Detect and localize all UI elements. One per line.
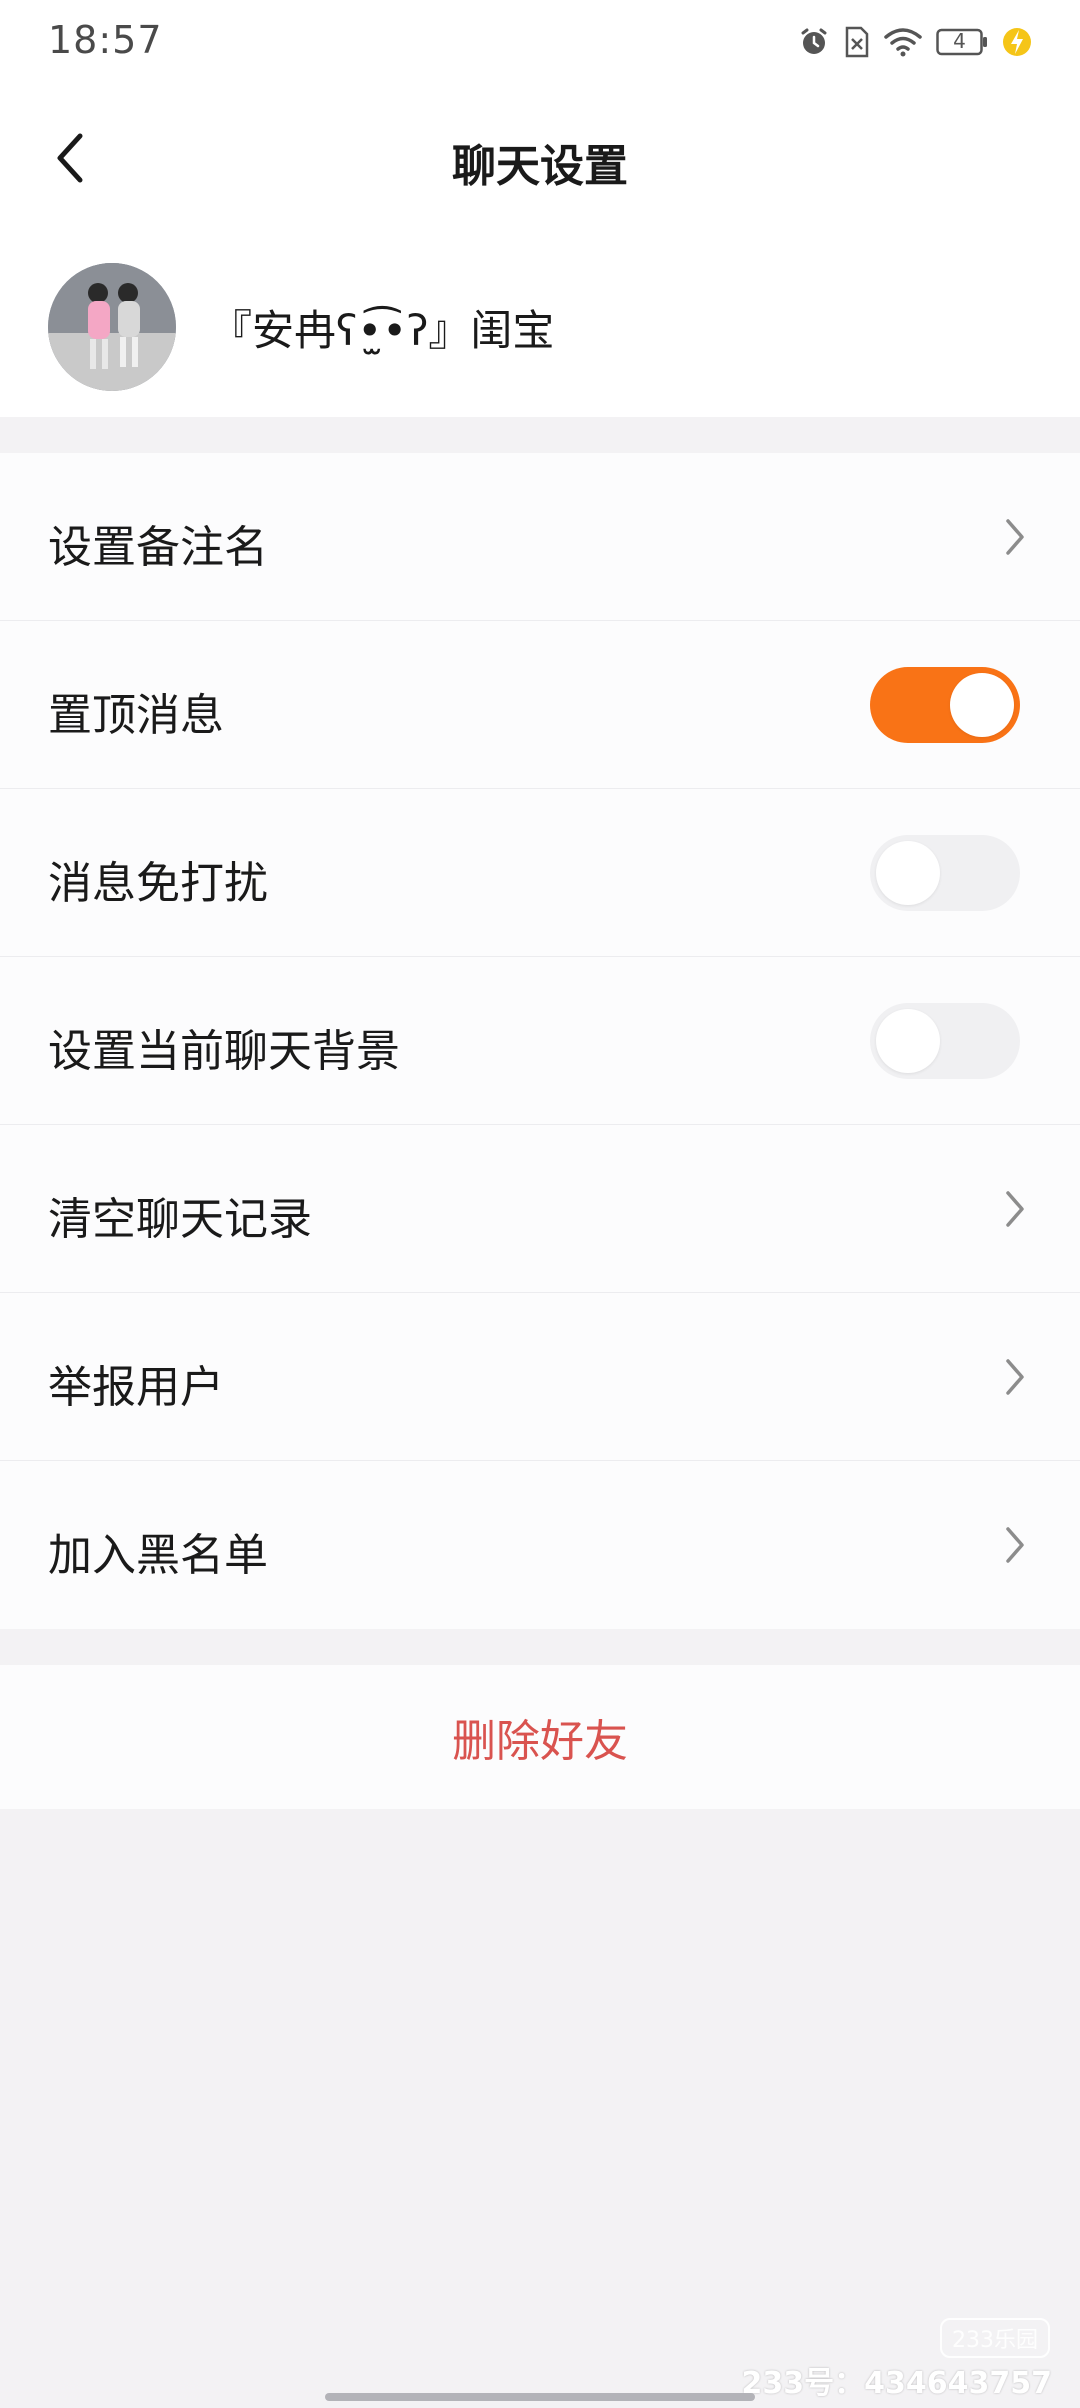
profile-name: 『安冉ʕ•̫͡•ʔ』闺宝: [210, 306, 555, 355]
battery-icon: 4: [936, 28, 988, 56]
do-not-disturb-toggle[interactable]: [870, 835, 1020, 911]
settings-row-label: 举报用户: [48, 1362, 224, 1413]
watermark-logo: 233乐园: [940, 2318, 1050, 2358]
profile-card[interactable]: 『安冉ʕ•̫͡•ʔ』闺宝: [0, 235, 1080, 417]
alarm-icon: [798, 26, 830, 58]
settings-row-do-not-disturb: 消息免打扰: [0, 789, 1080, 957]
status-time: 18:57: [48, 18, 163, 62]
status-bar: 18:57 4: [0, 0, 1080, 80]
chevron-right-icon: [1006, 1191, 1024, 1227]
settings-row-label: 消息免打扰: [48, 858, 268, 909]
charging-icon: [1002, 26, 1032, 58]
chevron-right-icon: [1006, 1527, 1024, 1563]
settings-row-report-user[interactable]: 举报用户: [0, 1293, 1080, 1461]
chevron-right-icon: [1006, 519, 1024, 555]
home-indicator[interactable]: [325, 2393, 755, 2401]
no-sim-icon: [844, 26, 870, 58]
settings-row-label: 加入黑名单: [48, 1530, 268, 1581]
wifi-icon: [884, 27, 922, 57]
toggle-knob: [876, 841, 940, 905]
settings-row-blacklist[interactable]: 加入黑名单: [0, 1461, 1080, 1629]
settings-row-chat-background: 设置当前聊天背景: [0, 957, 1080, 1125]
settings-row-clear-history[interactable]: 清空聊天记录: [0, 1125, 1080, 1293]
avatar[interactable]: [48, 263, 176, 391]
settings-list: 设置备注名 置顶消息 消息免打扰 设置当前聊天背景 清空聊天记录 举报用户 加入…: [0, 453, 1080, 1629]
battery-level: 4: [953, 29, 966, 53]
page-title: 聊天设置: [452, 141, 628, 192]
settings-row-remark-name[interactable]: 设置备注名: [0, 453, 1080, 621]
chevron-right-icon: [1006, 1359, 1024, 1395]
toggle-knob: [950, 673, 1014, 737]
settings-row-label: 置顶消息: [48, 690, 224, 741]
pin-message-toggle[interactable]: [870, 667, 1020, 743]
status-icons: 4: [798, 22, 1032, 62]
chat-background-toggle[interactable]: [870, 1003, 1020, 1079]
header: 聊天设置: [0, 80, 1080, 235]
settings-row-label: 清空聊天记录: [48, 1194, 312, 1245]
settings-row-pin-message: 置顶消息: [0, 621, 1080, 789]
watermark-id: 233号：434643757: [741, 2366, 1053, 2401]
delete-friend-button[interactable]: 删除好友: [0, 1665, 1080, 1809]
settings-row-label: 设置当前聊天背景: [48, 1026, 400, 1077]
settings-row-label: 设置备注名: [48, 522, 268, 573]
chat-settings-screen: 18:57 4 聊天设置 『安冉ʕ•̫͡•ʔ』闺宝 设置备注名 置顶消息 消息免…: [0, 0, 1080, 2408]
delete-friend-label: 删除好友: [452, 1716, 628, 1767]
toggle-knob: [876, 1009, 940, 1073]
